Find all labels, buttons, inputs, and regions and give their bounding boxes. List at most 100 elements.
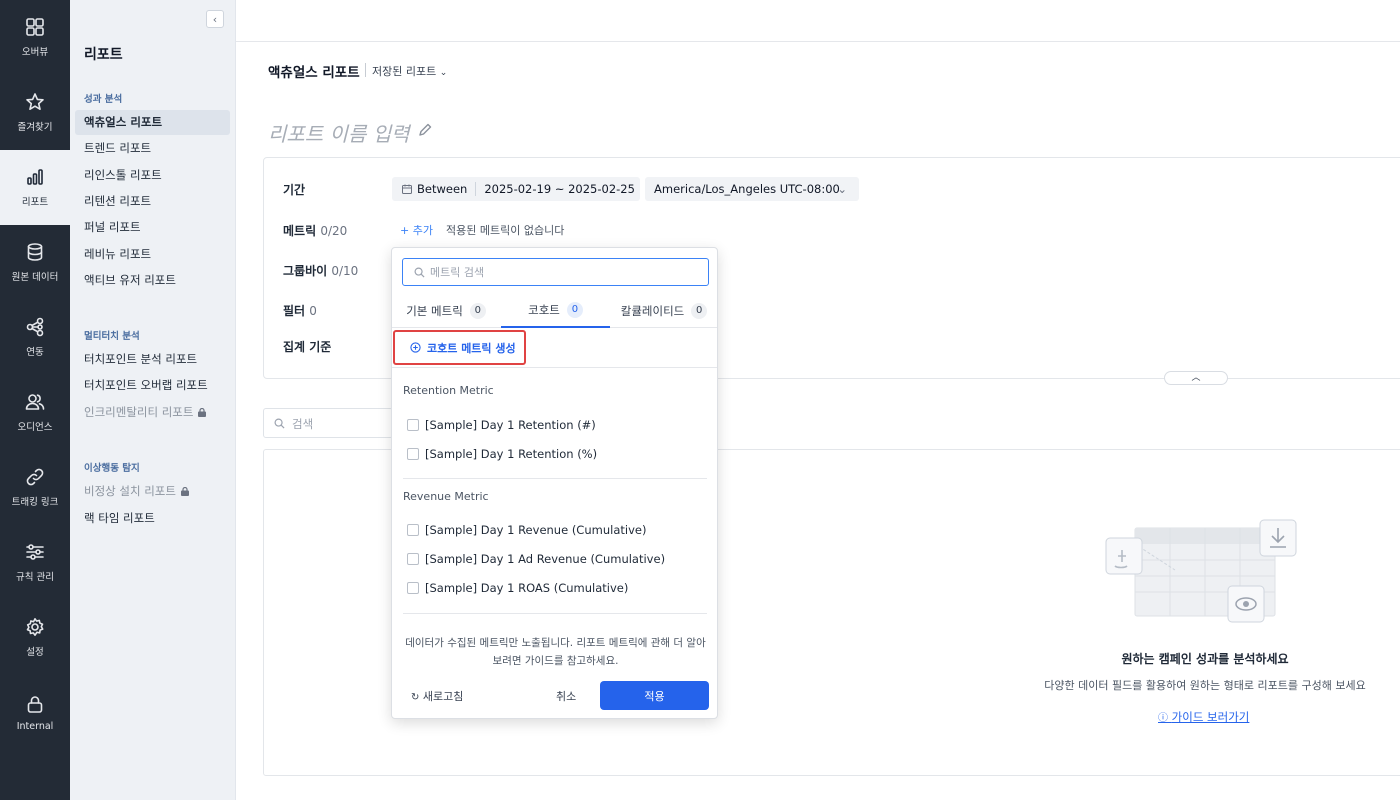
groupby-label: 그룹바이 0/10 [283,264,359,278]
rail-item-integration[interactable]: 연동 [0,300,70,375]
group-title: Revenue Metric [403,490,489,503]
guide-link[interactable]: ⓘ 가이드 보러가기 [1158,709,1249,725]
group-title: Retention Metric [403,384,494,397]
no-metric-text: 적용된 메트릭이 없습니다 [446,224,565,237]
rail-label: Internal [16,720,54,732]
report-name-input[interactable]: 리포트 이름 입력 [268,118,410,147]
sidebar-item-trend[interactable]: 트렌드 리포트 [75,136,230,161]
rail-label: 원본 데이터 [11,272,59,283]
date-range-value: 2025-02-19 ~ 2025-02-25 [484,182,635,196]
bar-chart-icon [27,169,43,185]
rail-item-settings[interactable]: 설정 [0,600,70,675]
page-title: 액츄얼스 리포트 [268,65,360,81]
rail-label: 리포트 [21,197,49,208]
tab-cohort[interactable]: 코호트 0 [501,294,610,328]
report-search-input[interactable]: 검색 [263,408,393,438]
sidebar-item-touchpoint-overlap[interactable]: 터치포인트 오버랩 리포트 [75,373,230,398]
rail-item-report[interactable]: 리포트 [0,150,70,225]
metric-option[interactable]: [Sample] Day 1 Retention (%) [407,446,597,462]
metric-option[interactable]: [Sample] Day 1 Revenue (Cumulative) [407,522,646,538]
create-cohort-metric-button[interactable]: 코호트 메트릭 생성 [393,330,526,365]
grid-icon [26,18,44,36]
rail-item-internal[interactable]: Internal [0,675,70,750]
sidebar-item-active-user[interactable]: 액티브 유저 리포트 [75,268,230,293]
chevron-down-icon: ⌄ [439,68,448,78]
sidebar-item-touchpoint-analysis[interactable]: 터치포인트 분석 리포트 [75,347,230,372]
apply-button[interactable]: 적용 [600,681,709,710]
rail-label: 오버뷰 [21,47,49,58]
checkbox[interactable] [407,582,419,594]
metric-dropdown: 기본 메트릭 0 코호트 0 칼큘레이티드 0 코호트 메트릭 생성 Retentio… [391,247,718,719]
cancel-button[interactable]: 취소 [556,688,576,704]
date-range-picker[interactable]: Between 2025-02-19 ~ 2025-02-25 [392,177,640,201]
chevron-up-icon: ︿ [1191,373,1201,383]
refresh-button[interactable]: ↻ 새로고침 [411,688,463,704]
sidebar-item-label: 인크리멘탈리티 리포트 [84,405,194,419]
search-icon [414,267,425,278]
search-placeholder: 검색 [292,417,314,431]
sidebar-collapse-button[interactable]: ‹ [206,10,224,28]
aggregation-label: 집계 기준 [283,340,332,354]
metric-option[interactable]: [Sample] Day 1 Retention (#) [407,417,596,433]
rail-item-favorites[interactable]: 즐겨찾기 [0,75,70,150]
tab-label: 코호트 [528,303,560,317]
sidebar-item-actuals[interactable]: 액츄얼스 리포트 [75,110,230,135]
count-badge: 0 [566,302,583,318]
pencil-icon[interactable] [418,123,432,137]
star-icon [26,93,44,111]
rail-item-audience[interactable]: 오디언스 [0,375,70,450]
checkbox[interactable] [407,419,419,431]
metric-option[interactable]: [Sample] Day 1 ROAS (Cumulative) [407,580,628,596]
sidebar-item-abnormal-install[interactable]: 비정상 설치 리포트 [75,479,230,504]
sidebar-item-retention[interactable]: 리텐션 리포트 [75,189,230,214]
sidebar-item-funnel[interactable]: 퍼널 리포트 [75,215,230,240]
metric-search-input[interactable] [402,258,709,286]
metric-option-label: [Sample] Day 1 Revenue (Cumulative) [425,523,647,537]
rail-item-rules[interactable]: 규칙 관리 [0,525,70,600]
sidebar-item-lag-time[interactable]: 랙 타임 리포트 [75,506,230,531]
report-sidebar: ‹ 리포트 성과 분석 액츄얼스 리포트 트렌드 리포트 리인스톨 리포트 리텐… [70,0,236,800]
filter-collapse-button[interactable]: ︿ [1164,371,1228,385]
sidebar-section-title: 이상행동 탐지 [84,463,140,474]
add-metric-button[interactable]: + 추가 [400,222,433,238]
refresh-icon: ↻ [411,692,420,703]
rail-item-overview[interactable]: 오버뷰 [0,0,70,75]
rail-label: 연동 [26,347,44,358]
saved-reports-dropdown[interactable]: 저장된 리포트 ⌄ [372,63,447,79]
rail-label: 설정 [26,647,44,658]
metric-tabs: 기본 메트릭 0 코호트 0 칼큘레이티드 0 [392,294,717,328]
empty-state-title: 원하는 캠페인 성과를 분석하세요 [1121,652,1289,666]
checkbox[interactable] [407,553,419,565]
rail-item-raw-data[interactable]: 원본 데이터 [0,225,70,300]
create-button-label: 코호트 메트릭 생성 [427,341,516,355]
rail-item-tracking-link[interactable]: 트래킹 링크 [0,450,70,525]
divider [392,367,717,368]
divider [403,613,707,614]
checkbox[interactable] [407,524,419,536]
metric-option[interactable]: [Sample] Day 1 Ad Revenue (Cumulative) [407,551,665,567]
sidebar-item-incrementality[interactable]: 인크리멘탈리티 리포트 [75,400,230,425]
sidebar-section-title: 성과 분석 [84,94,123,105]
tab-label: 칼큘레이티드 [620,304,685,318]
tab-basic-metric[interactable]: 기본 메트릭 0 [396,294,496,328]
tab-label: 기본 메트릭 [406,304,463,318]
empty-state-subtitle: 다양한 데이터 필드를 활용하여 원하는 형태로 리포트를 구성해 보세요 [1044,679,1366,692]
period-label: 기간 [283,183,306,197]
count-badge: 0 [469,303,486,319]
plus-circle-icon [410,342,421,353]
calendar-icon [402,184,412,194]
sidebar-item-reinstall[interactable]: 리인스톨 리포트 [75,163,230,188]
rail-label: 오디언스 [17,422,53,433]
metric-label: 메트릭 0/20 [283,224,348,238]
saved-reports-label: 저장된 리포트 [372,65,437,78]
integration-icon [26,317,44,337]
sidebar-item-revenue[interactable]: 레비뉴 리포트 [75,242,230,267]
chevron-down-icon: ⌄ [837,182,847,196]
lock-icon [198,408,207,417]
timezone-select[interactable]: America/Los_Angeles UTC-08:00 ⌄ [645,177,859,201]
checkbox[interactable] [407,448,419,460]
link-icon [26,468,44,486]
chevron-left-icon: ‹ [212,12,218,26]
tab-calculated[interactable]: 칼큘레이티드 0 [614,294,714,328]
refresh-label: 새로고침 [422,690,464,703]
